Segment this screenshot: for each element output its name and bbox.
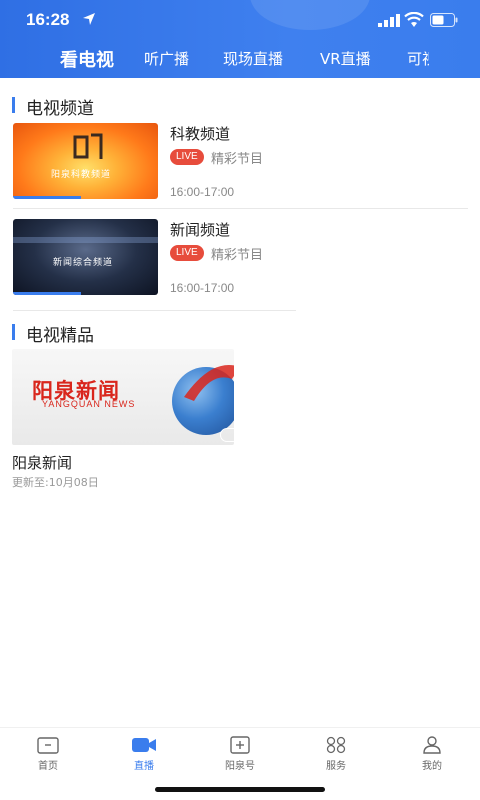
thumbnail-light-band [13,237,158,243]
nav-label: 服务 [326,761,346,772]
channel-name: 新闻频道 [170,221,231,239]
section-title-tv-channels: 电视频道 [12,94,94,119]
playback-progress [13,292,82,295]
nav-mine[interactable]: 我的 [402,736,462,772]
status-bar: 16:28 [0,0,480,40]
header: 16:28 看电视 听广播 现场直播 VR直播 可视 [0,0,480,78]
channel-item[interactable]: 新闻综合频道 新闻频道 LIVE 精彩节目 16:00-17:00 [13,219,468,305]
channel-thumbnail[interactable]: 阳泉科教频道 [13,123,158,199]
channel-item[interactable]: 阳泉科教频道 科教频道 LIVE 精彩节目 16:00-17:00 [13,123,468,209]
thumbnail-caption: 新闻综合频道 [53,258,114,268]
status-time: 16:28 [26,10,70,29]
live-badge: LIVE [170,245,204,261]
channel-logo-icon [73,133,103,159]
nav-yangquan-hao[interactable]: 阳泉号 [210,736,270,772]
nav-live[interactable]: 直播 [114,736,174,772]
tab-more[interactable]: 可视 [407,48,429,69]
nav-services[interactable]: 服务 [306,736,366,772]
battery-icon [430,13,458,27]
featured-title[interactable]: 阳泉新闻 [12,452,72,473]
tab-watch-tv[interactable]: 看电视 [60,46,114,72]
divider [13,208,468,209]
top-tab-bar: 看电视 听广播 现场直播 VR直播 可视 [0,40,480,78]
nav-label: 我的 [422,761,442,772]
wifi-icon [404,12,424,27]
featured-thumbnail[interactable]: 阳泉新闻 YANGQUAN NEWS [12,349,234,445]
channel-name: 科教频道 [170,125,231,143]
plus-square-icon [230,736,250,754]
program-time: 16:00-17:00 [170,185,235,199]
location-arrow-icon [83,13,95,25]
user-icon [423,736,441,754]
nav-home[interactable]: 首页 [18,736,78,772]
signal-icon [378,14,400,27]
program-name: 精彩节目 [211,248,264,263]
nav-label: 首页 [38,761,58,772]
home-indicator[interactable] [155,787,325,792]
featured-update-date: 更新至:10月08日 [12,476,99,489]
live-badge: LIVE [170,149,204,165]
thumbnail-caption: 阳泉科教频道 [51,170,112,180]
swoosh-graphic [184,365,234,401]
channel-thumbnail[interactable]: 新闻综合频道 [13,219,158,295]
tab-vr-live[interactable]: VR直播 [320,48,371,69]
video-camera-icon [132,738,156,752]
tab-radio[interactable]: 听广播 [144,48,189,69]
program-time: 16:00-17:00 [170,281,235,295]
divider [13,310,296,311]
program-name: 精彩节目 [211,152,264,167]
play-icon [220,428,234,442]
nav-label: 阳泉号 [225,761,255,772]
section-title-tv-featured: 电视精品 [12,321,94,346]
grid-icon [326,736,346,754]
featured-logo-subtitle: YANGQUAN NEWS [42,399,136,409]
nav-label: 直播 [134,761,154,772]
home-icon [37,737,59,754]
playback-progress [13,196,82,199]
tab-live-scene[interactable]: 现场直播 [223,48,283,69]
